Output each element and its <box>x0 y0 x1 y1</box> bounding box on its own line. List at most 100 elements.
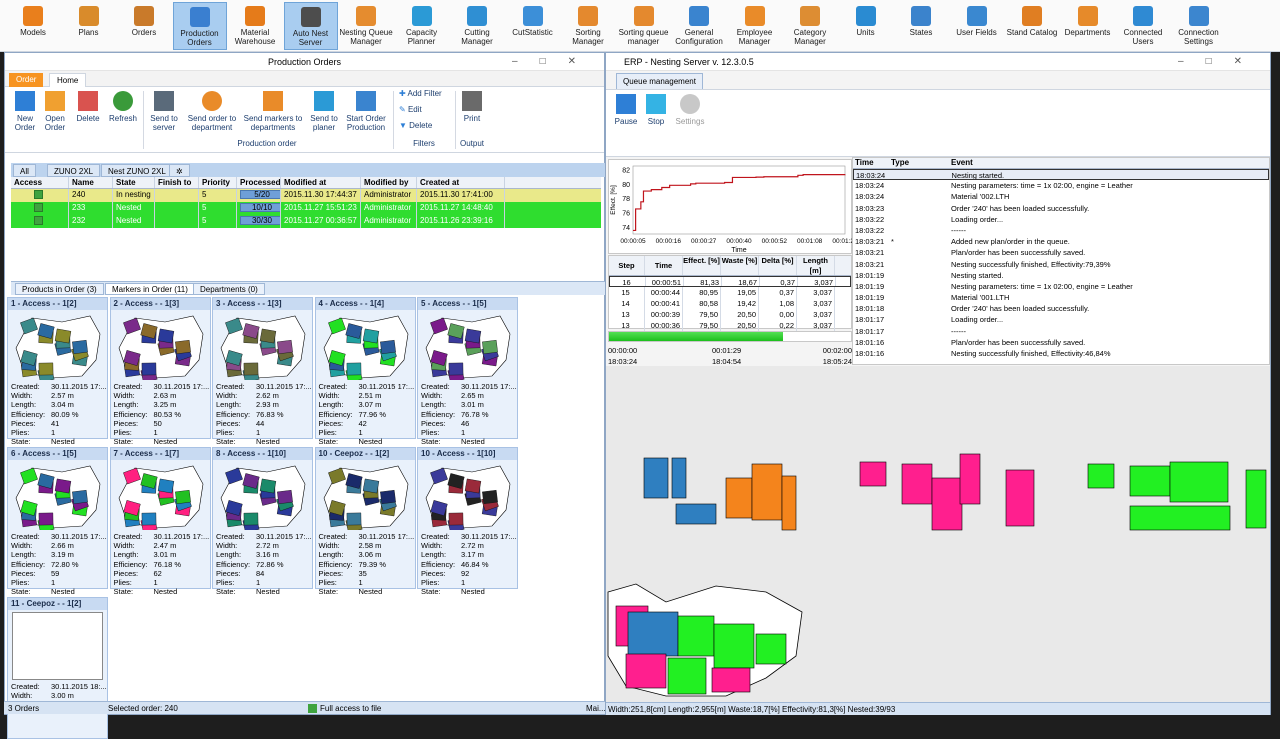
start-order-production-button[interactable]: Start Order Production <box>345 91 387 132</box>
log-row[interactable]: 18:03:22 Loading order... <box>853 214 1269 225</box>
access-checkbox-icon[interactable] <box>34 203 43 212</box>
toolbar-connection-settings-button[interactable]: Connection Settings <box>1172 2 1226 50</box>
table-row[interactable]: 240 In nesting 5 5/20 2015.11.30 17:44:37 Adm… <box>11 189 601 202</box>
toolbar-material-warehouse-button[interactable]: Material Warehouse <box>228 2 282 50</box>
settings-button[interactable]: Settings <box>672 94 708 126</box>
column-header[interactable]: Name <box>69 177 113 188</box>
toolbar-models-button[interactable]: Models <box>6 2 60 50</box>
column-header[interactable]: Created at <box>417 177 505 188</box>
column-header[interactable]: Type <box>889 158 949 168</box>
column-header[interactable]: Time <box>645 256 683 275</box>
log-row[interactable]: 18:03:24 Nesting started. <box>853 169 1269 181</box>
marker-card[interactable]: 4 - Access - - 1[4] Created: 30.11.2015 17… <box>314 297 416 446</box>
toolbar-connected-users-button[interactable]: Connected Users <box>1116 2 1170 50</box>
send-markers-button[interactable]: Send markers to departments <box>243 91 303 132</box>
log-row[interactable]: 18:01:19 Nesting started. <box>853 270 1269 281</box>
tab-departments[interactable]: Departments (0) <box>193 283 265 295</box>
steps-row[interactable]: 16 00:00:51 81,33 18,67 0,37 3,037 <box>609 276 851 287</box>
tab-products-in-order[interactable]: Products in Order (3) <box>15 283 104 295</box>
toolbar-employee-manager-button[interactable]: Employee Manager <box>728 2 782 50</box>
log-row[interactable]: 18:03:21 * Added new plan/order in the que… <box>853 236 1269 247</box>
steps-row[interactable]: 14 00:00:41 80,58 19,42 1,08 3,037 <box>609 298 851 309</box>
toolbar-stand-catalog-button[interactable]: Stand Catalog <box>1005 2 1059 50</box>
marker-card[interactable]: 1 - Access - - 1[2] Created: 30.11.2015 17… <box>7 297 108 446</box>
log-row[interactable]: 18:03:22 ------ <box>853 225 1269 236</box>
column-header[interactable]: Length [m] <box>797 256 835 275</box>
refresh-button[interactable]: Refresh <box>107 91 139 123</box>
grid-tab-nest-zuno[interactable]: Nest ZUNO 2XL <box>101 164 173 177</box>
access-checkbox-icon[interactable] <box>34 216 43 225</box>
access-cell[interactable] <box>11 189 69 202</box>
marker-card[interactable]: 10 - Access - - 1[10] Created: 30.11.2015 … <box>417 447 518 596</box>
column-header[interactable]: State <box>113 177 155 188</box>
send-to-department-button[interactable]: Send order to department <box>185 91 239 132</box>
toolbar-cutting-manager-button[interactable]: Cutting Manager <box>450 2 504 50</box>
send-to-server-button[interactable]: Send to server <box>147 91 181 132</box>
toolbar-states-button[interactable]: States <box>894 2 948 50</box>
tab-queue-management[interactable]: Queue management <box>616 73 703 89</box>
access-checkbox-icon[interactable] <box>34 190 43 199</box>
marker-card[interactable]: 7 - Access - - 1[7] Created: 30.11.2015 17… <box>109 447 211 596</box>
marker-card[interactable]: 11 - Ceepoz - - 1[2] Created: 30.11.2015 1… <box>7 597 108 739</box>
log-row[interactable]: 18:01:17 Loading order... <box>853 314 1269 325</box>
column-header[interactable]: Modified at <box>281 177 361 188</box>
delete-filter-button[interactable]: ▼ Delete <box>399 121 432 130</box>
new-order-button[interactable]: New Order <box>11 91 39 132</box>
tab-home[interactable]: Home <box>49 73 87 87</box>
marker-card[interactable]: 10 - Ceepoz - - 1[2] Created: 30.11.2015 1… <box>314 447 416 596</box>
column-header[interactable]: Processed <box>237 177 281 188</box>
print-button[interactable]: Print <box>457 91 487 123</box>
log-row[interactable]: 18:03:24 Nesting parameters: time = 1x 02… <box>853 180 1269 191</box>
column-header[interactable]: Waste [%] <box>721 256 759 275</box>
marker-card[interactable]: 5 - Access - - 1[5] Created: 30.11.2015 17… <box>417 297 518 446</box>
toolbar-departments-button[interactable]: Departments <box>1061 2 1115 50</box>
log-row[interactable]: 18:01:18 Order '240' has been loaded succ… <box>853 303 1269 314</box>
log-row[interactable]: 18:03:23 Order '240' has been loaded succ… <box>853 203 1269 214</box>
column-header[interactable]: Finish to <box>155 177 199 188</box>
toolbar-production-orders-button[interactable]: Production Orders <box>172 2 227 50</box>
steps-row[interactable]: 15 00:00:44 80,95 19,05 0,37 3,037 <box>609 287 851 298</box>
log-row[interactable]: 18:03:24 Material '002.LTH <box>853 191 1269 202</box>
edit-filter-button[interactable]: ✎ Edit <box>399 105 422 114</box>
send-to-planer-button[interactable]: Send to planer <box>307 91 341 132</box>
table-row[interactable]: 233 Nested 5 10/10 2015.11.27 15:51:23 Admini… <box>11 202 601 215</box>
toolbar-general-configuration-button[interactable]: General Configuration <box>672 2 726 50</box>
delete-button[interactable]: Delete <box>73 91 103 123</box>
toolbar-category-manager-button[interactable]: Category Manager <box>783 2 837 50</box>
log-row[interactable]: 18:01:17 ------ <box>853 326 1269 337</box>
toolbar-sorting-manager-button[interactable]: Sorting Manager <box>561 2 615 50</box>
grid-tab-zuno[interactable]: ZUNO 2XL <box>47 164 101 177</box>
column-header[interactable]: Effect. [%] <box>683 256 721 275</box>
table-row[interactable]: 232 Nested 5 30/30 2015.11.27 00:36:57 Admini… <box>11 215 601 228</box>
pause-button[interactable]: Pause <box>612 94 640 126</box>
window-controls[interactable]: –□✕ <box>1178 53 1264 71</box>
column-header[interactable]: Access <box>11 177 69 188</box>
add-tab-button[interactable]: ✲ <box>169 164 190 177</box>
marker-card[interactable]: 3 - Access - - 1[3] Created: 30.11.2015 17… <box>212 297 313 446</box>
marker-card[interactable]: 6 - Access - - 1[5] Created: 30.11.2015 17… <box>7 447 108 596</box>
tab-order[interactable]: Order <box>9 73 44 87</box>
open-order-button[interactable]: Open Order <box>41 91 69 132</box>
toolbar-nesting-queue-manager-button[interactable]: Nesting Queue Manager <box>339 2 393 50</box>
grid-tab-all[interactable]: All <box>13 164 36 177</box>
add-filter-button[interactable]: ✚ Add Filter <box>399 89 442 98</box>
steps-row[interactable]: 13 00:00:36 79,50 20,50 0,22 3,037 <box>609 320 851 331</box>
column-header[interactable]: Step <box>609 256 645 275</box>
steps-row[interactable]: 13 00:00:39 79,50 20,50 0,00 3,037 <box>609 309 851 320</box>
column-header[interactable]: Event <box>949 158 1269 168</box>
log-row[interactable]: 18:03:21 Nesting successfully finished, E… <box>853 259 1269 270</box>
access-cell[interactable] <box>11 202 69 215</box>
column-header[interactable]: Time <box>853 158 889 168</box>
toolbar-units-button[interactable]: Units <box>839 2 893 50</box>
log-row[interactable]: 18:01:16 Nesting successfully finished, E… <box>853 348 1269 359</box>
log-row[interactable]: 18:01:19 Material '001.LTH <box>853 292 1269 303</box>
column-header[interactable]: Delta [%] <box>759 256 797 275</box>
access-cell[interactable] <box>11 215 69 228</box>
column-header[interactable]: Modified by <box>361 177 417 188</box>
marker-card[interactable]: 2 - Access - - 1[3] Created: 30.11.2015 17… <box>109 297 211 446</box>
toolbar-auto-nest-server-button[interactable]: Auto Nest Server <box>283 2 338 50</box>
log-row[interactable]: 18:03:21 Plan/order has been successfully… <box>853 247 1269 258</box>
tab-markers-in-order[interactable]: Markers in Order (11) <box>105 283 195 295</box>
toolbar-user-fields-button[interactable]: User Fields <box>950 2 1004 50</box>
stop-button[interactable]: Stop <box>642 94 670 126</box>
